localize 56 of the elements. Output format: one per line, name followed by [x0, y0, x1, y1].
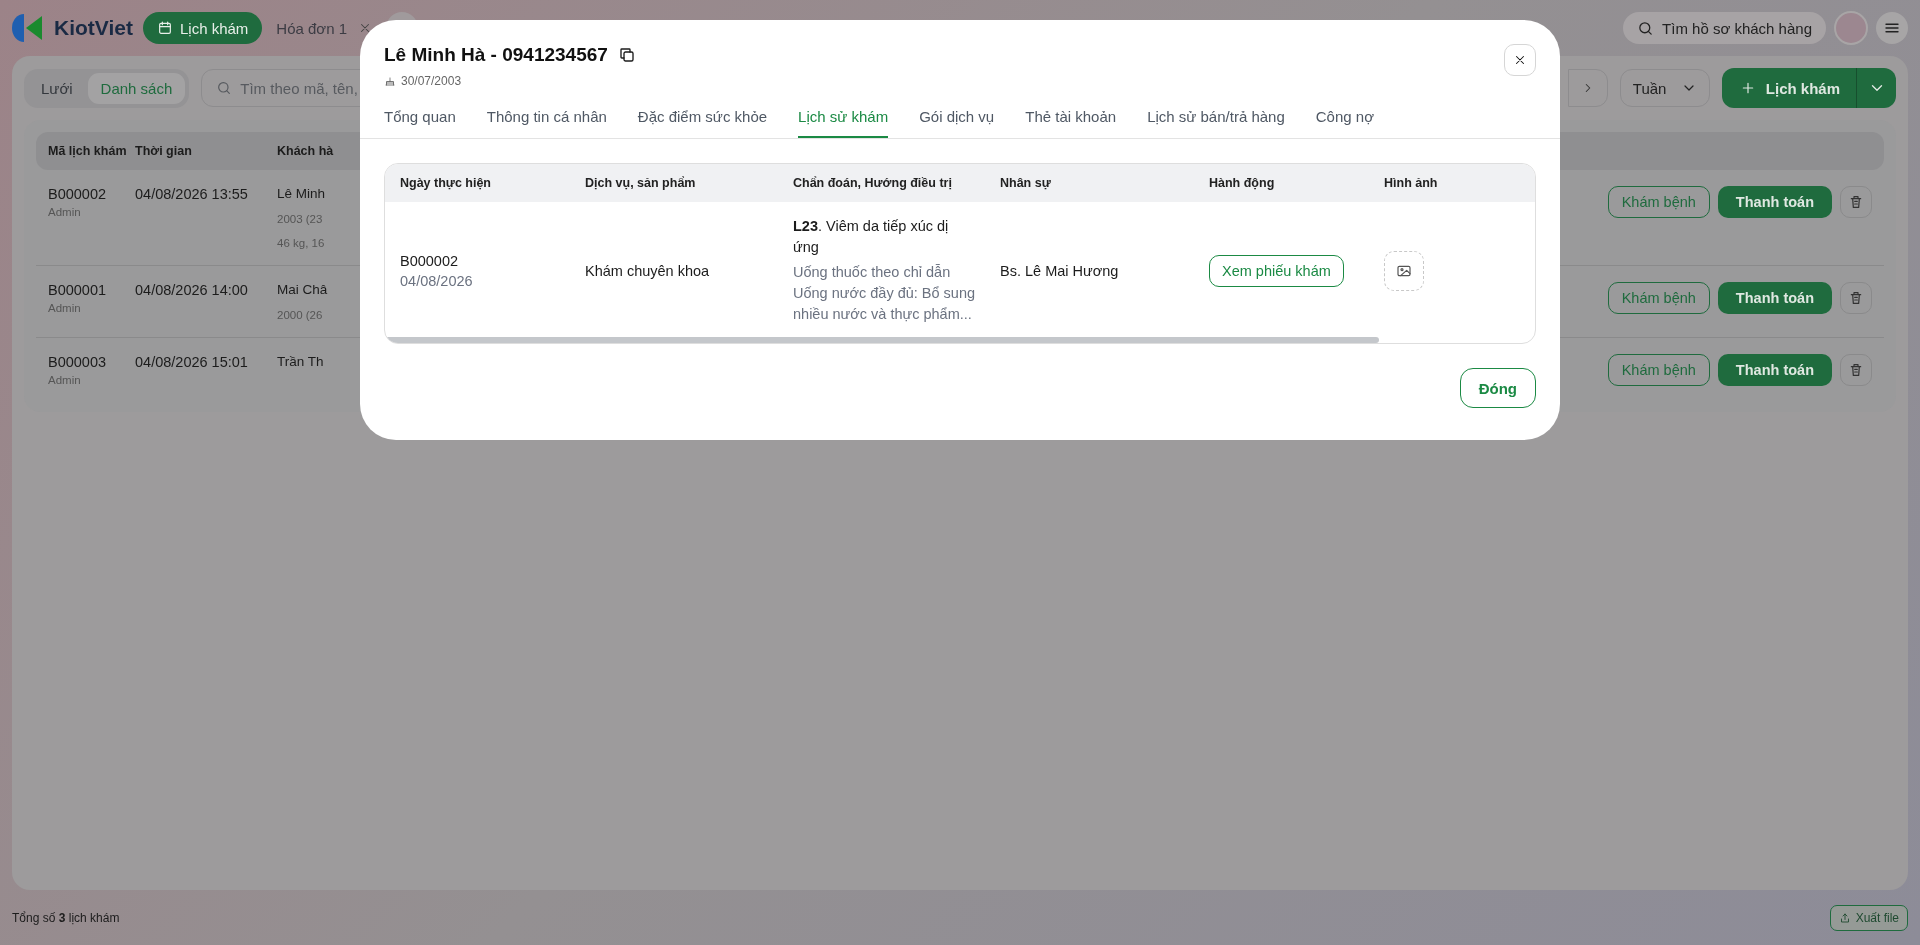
customer-text: Mai Châ [277, 282, 329, 297]
close-dialog-button[interactable]: Đóng [1459, 368, 1536, 408]
appointment-code: B000001 [48, 282, 108, 298]
payment-button[interactable]: Thanh toán [1717, 282, 1832, 314]
appointment-code: B000002 [48, 186, 108, 202]
view-option[interactable]: Danh sách [87, 72, 186, 104]
payment-button[interactable]: Thanh toán [1717, 354, 1832, 386]
staff-name: Bs. Lê Mai Hương [1000, 262, 1119, 279]
appointment-time: 04/08/2026 13:55 [135, 186, 248, 202]
creator-name: Admin [48, 206, 82, 218]
add-appointment-button[interactable]: Lịch khám [1721, 68, 1856, 108]
creator-name: Admin [48, 302, 82, 314]
column-header: Hình ảnh [1384, 176, 1438, 190]
column-header: Nhân sự [1000, 176, 1052, 190]
customer-text: 2000 (26 [277, 309, 324, 321]
column-header: Mã lịch khám [48, 144, 128, 158]
dialog-tab[interactable]: Thông tin cá nhân [486, 102, 607, 138]
column-header: Dịch vụ, sản phẩm [585, 176, 697, 190]
treatment-text: Uống nước đầy đủ: Bổ sung nhiều nước và thực phẩm... [793, 284, 977, 324]
column-header: Hành động [1209, 176, 1276, 190]
logo-text: KiotViet [54, 16, 133, 40]
dialog-tab[interactable]: Tổng quan [384, 102, 456, 138]
customer-search-button[interactable]: Tìm hồ sơ khách hàng [1623, 12, 1826, 44]
dialog-tab[interactable]: Đặc điểm sức khỏe [637, 102, 768, 138]
period-dropdown[interactable]: Tuần [1619, 69, 1710, 107]
appointment-time: 04/08/2026 15:01 [135, 354, 248, 370]
customer-text: Lê Minh [277, 186, 327, 201]
customer-text: Trần Th [277, 354, 325, 369]
export-button[interactable]: Xuất file [1829, 904, 1908, 931]
column-header: Khách hà [277, 144, 335, 158]
creator-name: Admin [48, 374, 82, 386]
dialog-title: Lê Minh Hà - 0941234567 [384, 44, 608, 66]
dialog-tab[interactable]: Lịch sử bán/trả hàng [1147, 102, 1285, 138]
diagnosis-text: L23. Viêm da tiếp xúc dị ứng [793, 217, 950, 257]
appointment-code: B000003 [48, 354, 108, 370]
page-tab[interactable]: Hóa đơn 1 [270, 12, 379, 44]
customer-text: 2003 (23 [277, 213, 324, 225]
column-header: Thời gian [135, 144, 193, 158]
birthday-text: 30/07/2003 [401, 74, 462, 88]
record-date: 04/08/2026 [400, 272, 474, 289]
dialog-tab[interactable]: Gói dịch vụ [919, 102, 995, 138]
record-code: B000002 [400, 252, 460, 269]
dialog-tab[interactable]: Lịch sử khám [798, 102, 889, 138]
dialog-tab[interactable]: Công nợ [1315, 102, 1374, 138]
appointment-time: 04/08/2026 14:00 [135, 282, 248, 298]
column-header: Chẩn đoán, Hướng điều trị [793, 176, 953, 190]
treatment-text: Uống thuốc theo chỉ dẫn [793, 263, 952, 282]
view-record-button[interactable]: Xem phiếu khám [1209, 254, 1344, 287]
page-tab[interactable]: Lịch khám [142, 12, 263, 44]
total-count-text: Tổng số 3 lịch khám [12, 910, 120, 925]
payment-button[interactable]: Thanh toán [1717, 186, 1832, 218]
service-text: Khám chuyên khoa [585, 262, 710, 279]
dialog-tab[interactable]: Thẻ tài khoản [1025, 102, 1117, 138]
column-header: Ngày thực hiện [400, 176, 492, 190]
customer-text: 46 kg, 16 [277, 237, 326, 249]
view-option[interactable]: Lưới [28, 72, 86, 104]
